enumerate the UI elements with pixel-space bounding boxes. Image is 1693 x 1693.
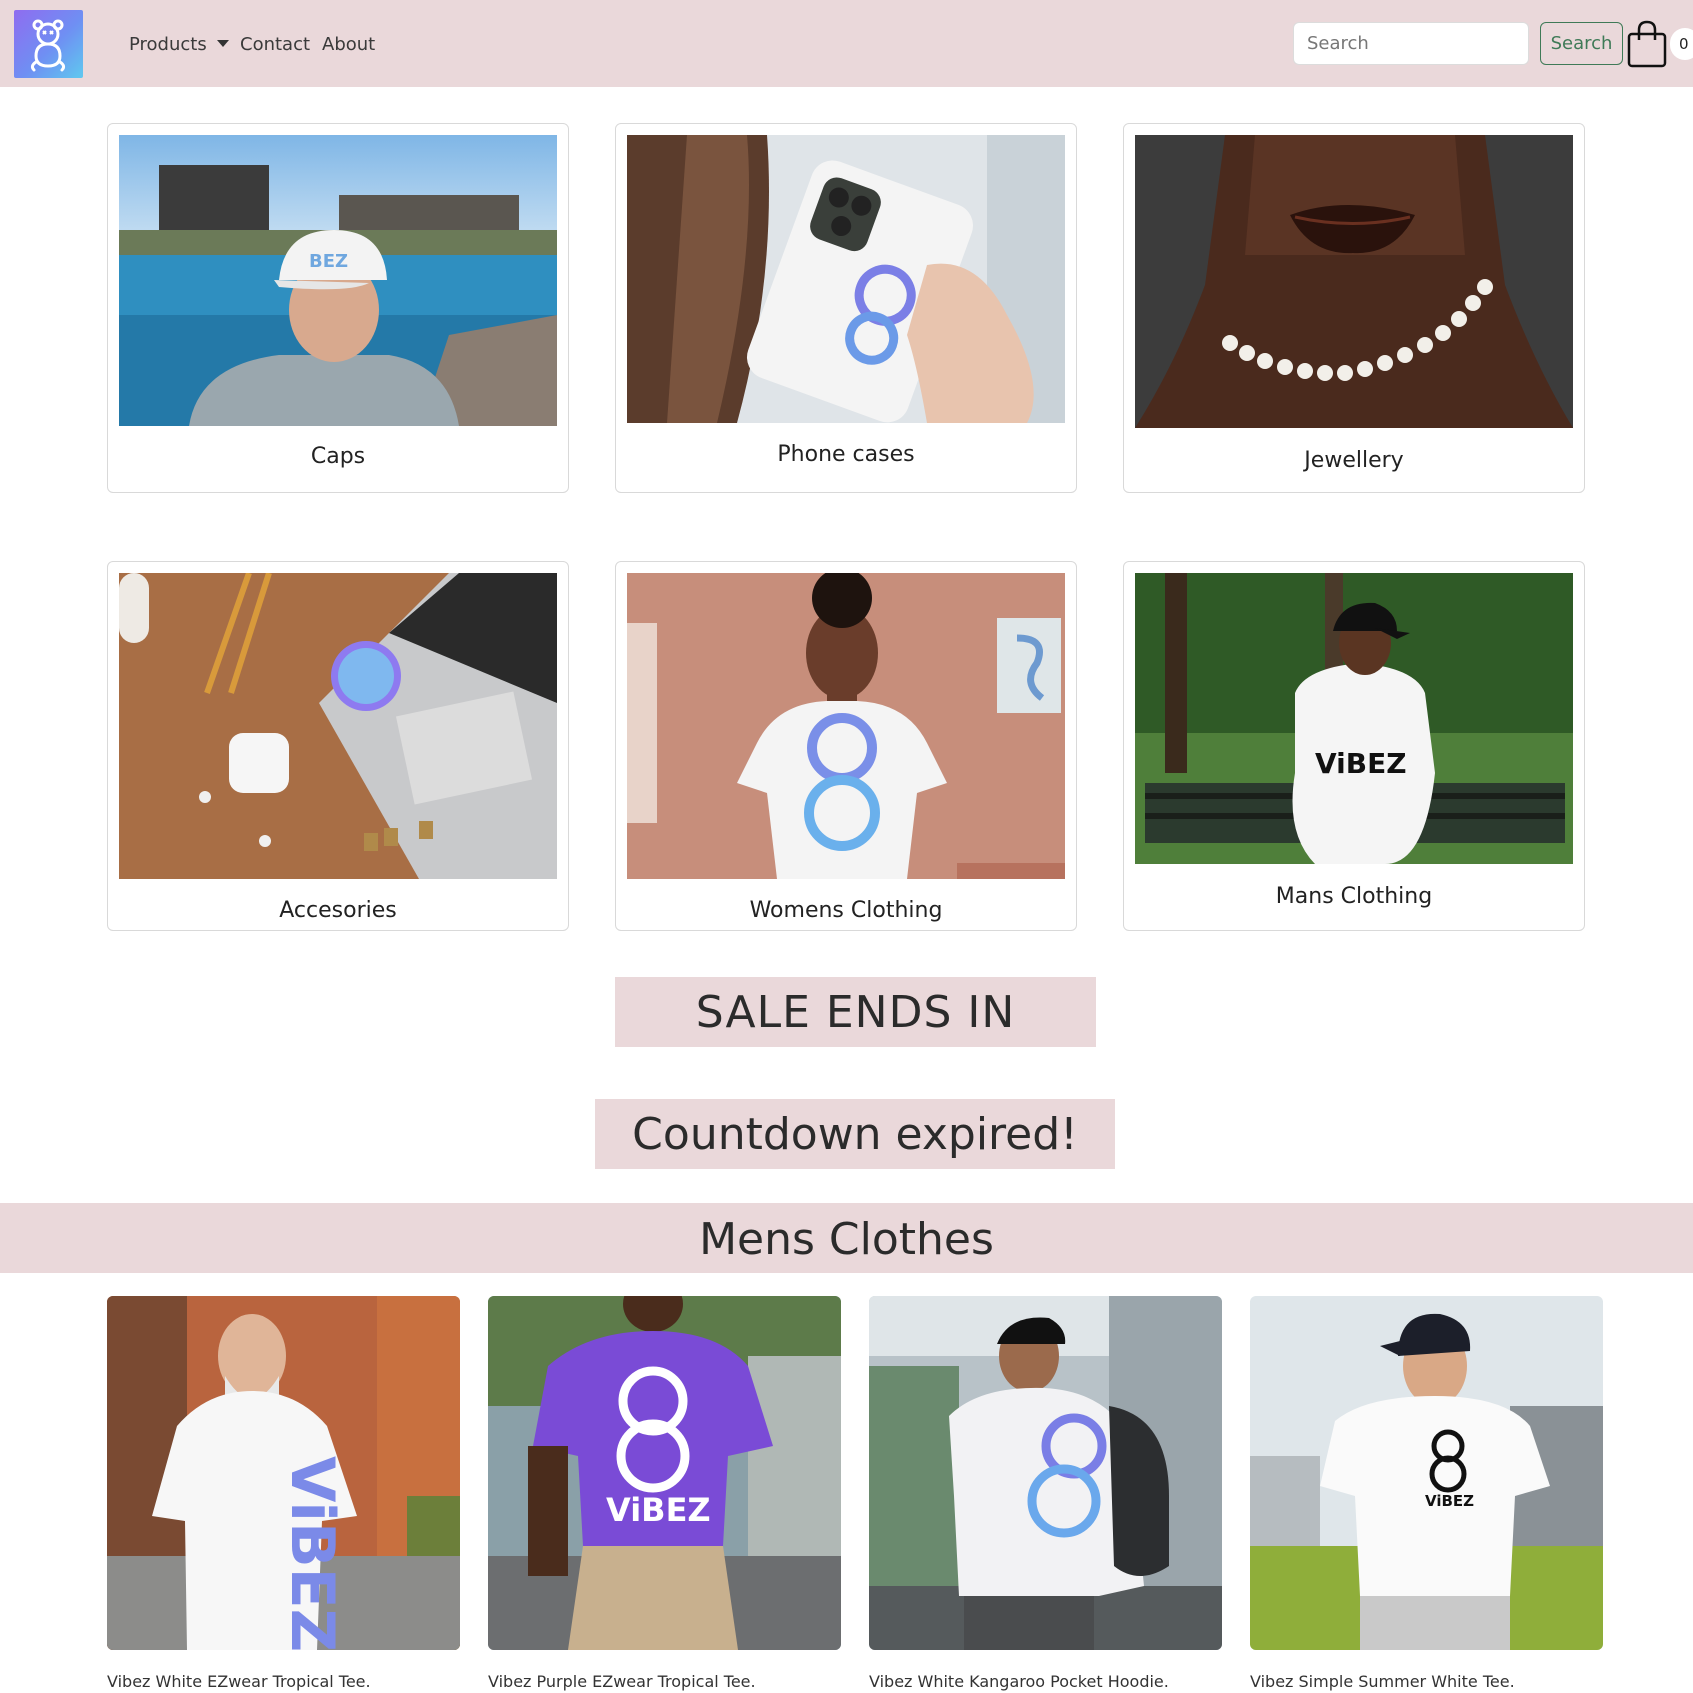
category-card-mans-clothing[interactable]: ViBEZ Mans Clothing (1123, 561, 1585, 931)
category-card-jewellery[interactable]: Jewellery (1123, 123, 1585, 493)
nav-products-label: Products (129, 34, 207, 55)
svg-text:ViBEZ: ViBEZ (1425, 1492, 1474, 1510)
category-card-accesories[interactable]: Accesories (107, 561, 569, 931)
category-title: Phone cases (777, 442, 915, 467)
search-button[interactable]: Search (1540, 22, 1623, 65)
product-card[interactable]: Vibez White Kangaroo Pocket Hoodie. (869, 1296, 1222, 1691)
product-card[interactable]: ViBEZ Vibez White EZwear Tropical Tee. (107, 1296, 460, 1691)
svg-text:ViBEZ: ViBEZ (1315, 747, 1407, 780)
product-name[interactable]: Vibez Simple Summer White Tee. (1250, 1672, 1515, 1691)
teddy-bear-logo-icon (30, 19, 66, 72)
sale-heading: SALE ENDS IN (615, 977, 1096, 1047)
product-image[interactable]: ViBEZ (107, 1296, 460, 1650)
caret-down-icon (216, 40, 229, 47)
product-name[interactable]: Vibez White Kangaroo Pocket Hoodie. (869, 1672, 1169, 1691)
nav-products-dropdown[interactable]: Products (129, 34, 229, 56)
category-card-caps[interactable]: BEZ Caps (107, 123, 569, 493)
navbar: Products Contact About Search 0 (0, 0, 1693, 87)
category-title: Womens Clothing (749, 898, 943, 923)
category-image-caps: BEZ (119, 135, 557, 426)
svg-text:ViBEZ: ViBEZ (277, 1456, 347, 1650)
category-image-accesories (119, 573, 557, 879)
category-title: Mans Clothing (1275, 884, 1433, 909)
category-title: Caps (310, 444, 366, 469)
shopping-bag-icon[interactable] (1627, 20, 1667, 68)
category-card-phone-cases[interactable]: Phone cases (615, 123, 1077, 493)
product-image[interactable]: ViBEZ (1250, 1296, 1603, 1650)
product-image[interactable] (869, 1296, 1222, 1650)
product-name[interactable]: Vibez White EZwear Tropical Tee. (107, 1672, 371, 1691)
countdown-status: Countdown expired! (595, 1099, 1115, 1169)
category-image-mans-clothing: ViBEZ (1135, 573, 1573, 864)
brand-logo[interactable] (14, 10, 83, 78)
category-image-jewellery (1135, 135, 1573, 428)
category-title: Jewellery (1304, 448, 1404, 473)
nav-contact-link[interactable]: Contact (240, 34, 310, 56)
product-name[interactable]: Vibez Purple EZwear Tropical Tee. (488, 1672, 756, 1691)
category-card-womens-clothing[interactable]: Womens Clothing (615, 561, 1077, 931)
nav-about-link[interactable]: About (322, 34, 375, 56)
category-image-womens-clothing (627, 573, 1065, 879)
cart-count-badge: 0 (1670, 28, 1693, 60)
mens-section-title: Mens Clothes (0, 1203, 1693, 1273)
product-image[interactable]: ViBEZ (488, 1296, 841, 1650)
svg-text:BEZ: BEZ (309, 251, 348, 272)
product-card[interactable]: ViBEZ Vibez Purple EZwear Tropical Tee. (488, 1296, 841, 1691)
product-card[interactable]: ViBEZ Vibez Simple Summer White Tee. (1250, 1296, 1603, 1691)
category-title: Accesories (279, 898, 397, 923)
svg-text:ViBEZ: ViBEZ (606, 1491, 711, 1529)
category-image-phone-cases (627, 135, 1065, 423)
search-input[interactable] (1293, 22, 1529, 65)
